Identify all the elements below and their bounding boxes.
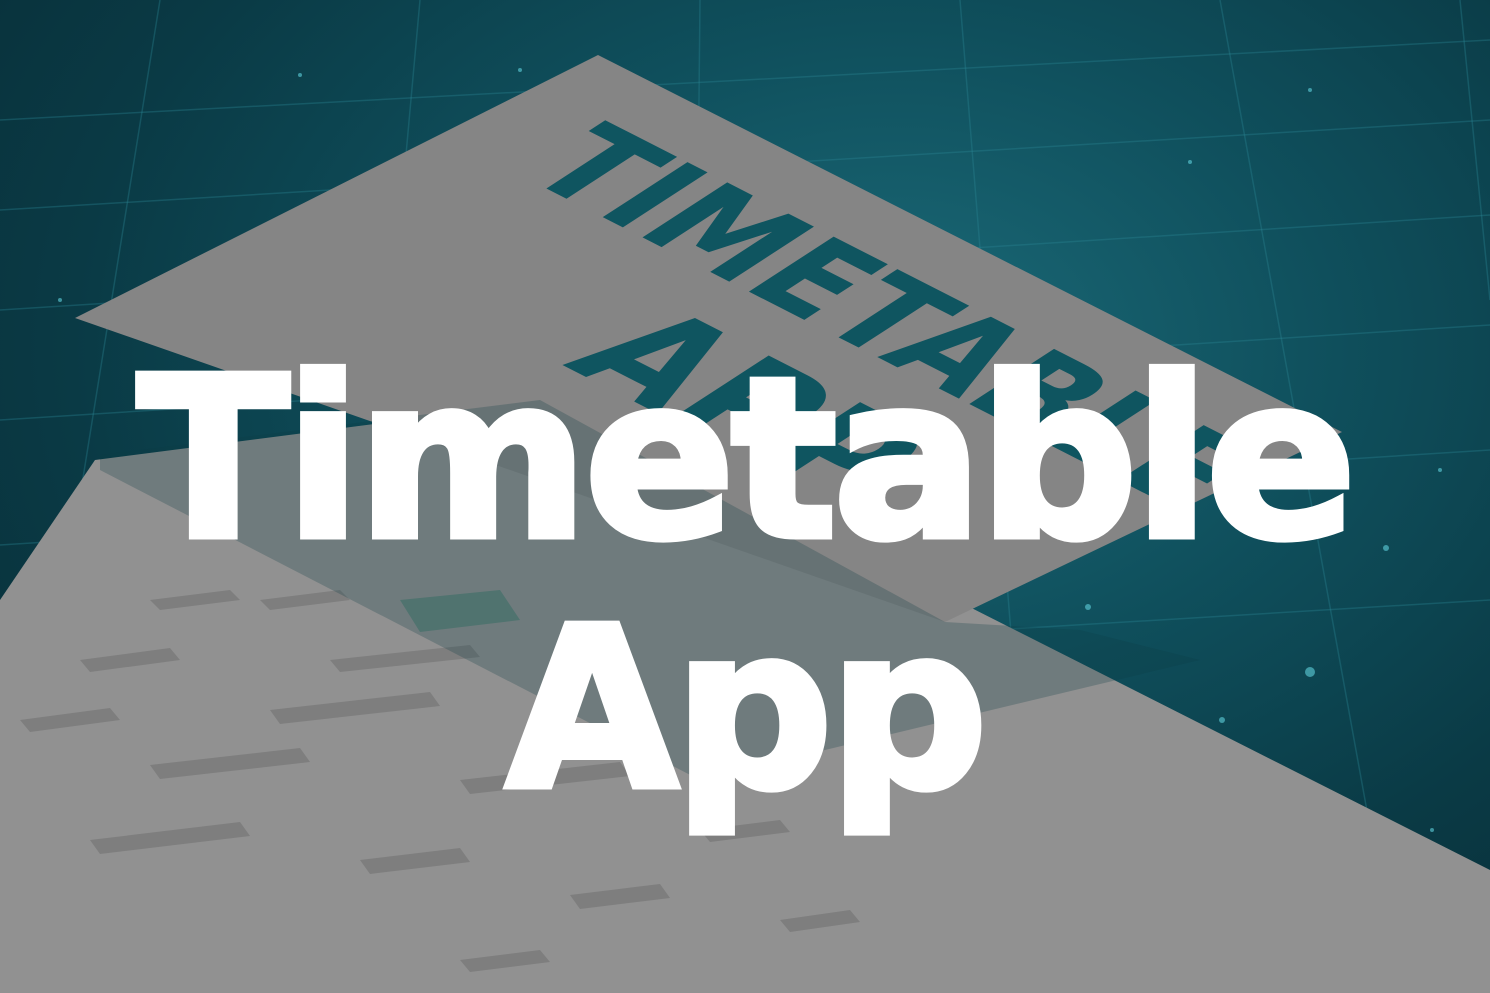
headline-line2: App: [503, 581, 992, 839]
headline: Timetable App: [0, 331, 1490, 839]
headline-line1: Timetable: [134, 331, 1360, 589]
